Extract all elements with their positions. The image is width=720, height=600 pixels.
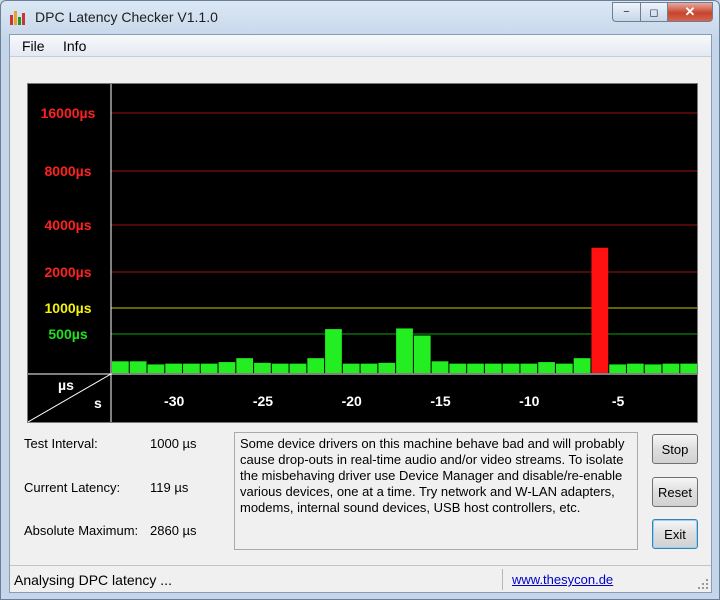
x-tick-label: -15 bbox=[430, 393, 450, 409]
status-divider bbox=[502, 569, 503, 590]
latency-bar bbox=[183, 363, 200, 373]
x-tick-label: -5 bbox=[612, 393, 625, 409]
y-label-8000: 8000µs bbox=[44, 163, 92, 179]
title-bar[interactable]: DPC Latency Checker V1.1.0 − ◻ ✕ bbox=[1, 1, 719, 33]
latency-bar bbox=[378, 362, 396, 373]
current-latency-label: Current Latency: bbox=[24, 480, 121, 495]
diagnostic-message: Some device drivers on this machine beha… bbox=[234, 432, 638, 550]
x-tick-label: -25 bbox=[253, 393, 273, 409]
menu-file[interactable]: File bbox=[22, 38, 45, 54]
corner-unit-s: s bbox=[94, 395, 102, 411]
latency-bar bbox=[254, 362, 271, 373]
latency-bar bbox=[449, 363, 467, 373]
latency-bar bbox=[626, 363, 644, 373]
latency-bar bbox=[271, 363, 289, 373]
absolute-maximum-value: 2860 µs bbox=[150, 523, 197, 538]
current-latency-value: 119 µs bbox=[150, 480, 189, 495]
latency-bar bbox=[236, 358, 254, 373]
resize-grip-icon[interactable] bbox=[697, 578, 709, 590]
reset-button[interactable]: Reset bbox=[652, 477, 698, 507]
latency-bar bbox=[147, 364, 165, 373]
app-window: DPC Latency Checker V1.1.0 − ◻ ✕ File In… bbox=[0, 0, 720, 600]
menu-info[interactable]: Info bbox=[63, 38, 86, 54]
latency-bar bbox=[112, 361, 129, 373]
latency-bar bbox=[644, 364, 662, 373]
app-icon bbox=[10, 9, 28, 25]
latency-bar bbox=[467, 363, 484, 373]
window-title: DPC Latency Checker V1.1.0 bbox=[35, 9, 218, 25]
latency-bar bbox=[591, 247, 609, 373]
latency-bar bbox=[555, 363, 573, 373]
latency-bar bbox=[502, 363, 520, 373]
caption-buttons: − ◻ ✕ bbox=[612, 2, 713, 22]
latency-bar bbox=[129, 361, 147, 373]
stop-button[interactable]: Stop bbox=[652, 434, 698, 464]
corner-unit-us: µs bbox=[58, 377, 74, 393]
latency-bar bbox=[413, 335, 431, 373]
x-tick-label: -30 bbox=[164, 393, 184, 409]
website-link[interactable]: www.thesycon.de bbox=[512, 572, 613, 587]
y-label-1000: 1000µs bbox=[44, 300, 92, 316]
latency-bar bbox=[520, 363, 538, 373]
y-label-16000: 16000µs bbox=[40, 105, 96, 121]
latency-bar bbox=[289, 363, 307, 373]
latency-bar bbox=[484, 363, 502, 373]
test-interval-value: 1000 µs bbox=[150, 436, 197, 451]
status-text: Analysing DPC latency ... bbox=[14, 572, 172, 588]
x-tick-label: -10 bbox=[519, 393, 539, 409]
latency-bar bbox=[360, 363, 378, 373]
latency-bar bbox=[396, 328, 413, 373]
y-label-4000: 4000µs bbox=[44, 217, 92, 233]
latency-bar bbox=[342, 363, 360, 373]
exit-button[interactable]: Exit bbox=[652, 519, 698, 549]
latency-bar bbox=[325, 329, 342, 373]
x-tick-label: -20 bbox=[342, 393, 362, 409]
latency-bar bbox=[573, 358, 591, 373]
latency-bar bbox=[200, 363, 218, 373]
latency-bar bbox=[609, 364, 626, 373]
close-button[interactable]: ✕ bbox=[667, 2, 713, 22]
latency-graph: µs s -30 -25 -20 -15 -10 -5 16000µs 8000µs 4000… bbox=[27, 83, 698, 423]
status-bar: Analysing DPC latency ... www.thesycon.d… bbox=[10, 565, 711, 592]
client-area: File Info µs s -30 -25 -20 -15 -10 -5 16000µs 8… bbox=[9, 34, 712, 593]
maximize-button[interactable]: ◻ bbox=[640, 2, 667, 22]
latency-bar bbox=[218, 362, 236, 373]
latency-bar bbox=[680, 363, 697, 373]
y-label-2000: 2000µs bbox=[44, 264, 92, 280]
y-label-500: 500µs bbox=[48, 326, 88, 342]
latency-chart-svg: µs s -30 -25 -20 -15 -10 -5 bbox=[28, 84, 697, 423]
latency-bar bbox=[165, 363, 183, 373]
minimize-button[interactable]: − bbox=[612, 2, 640, 22]
latency-bar bbox=[662, 363, 680, 373]
test-interval-label: Test Interval: bbox=[24, 436, 98, 451]
latency-bar bbox=[307, 358, 325, 373]
latency-bar bbox=[431, 361, 449, 373]
absolute-maximum-label: Absolute Maximum: bbox=[24, 523, 139, 538]
menu-bar: File Info bbox=[10, 35, 711, 57]
latency-bar bbox=[538, 362, 555, 373]
